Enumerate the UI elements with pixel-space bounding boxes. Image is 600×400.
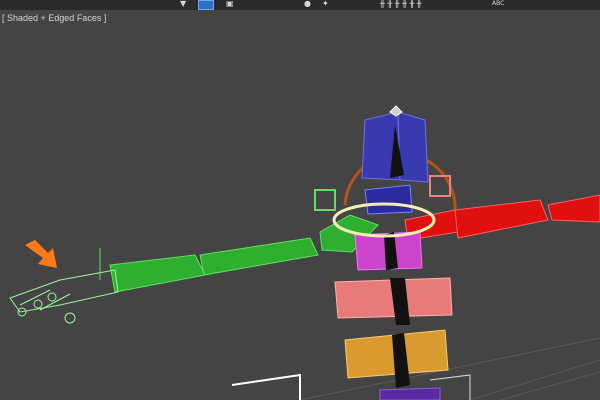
move-icon[interactable]: ▣ [226, 0, 234, 8]
main-toolbar: ▼ ▣ ● ✦ ╫ ╫ ╫ ╫ ╫ ╫ ABC [0, 0, 600, 10]
rotate-icon[interactable]: ● [304, 0, 311, 8]
feet-bounding-box [231, 373, 301, 400]
bone-tools-icon[interactable]: ╫ ╫ ╫ ╫ ╫ ╫ [380, 0, 422, 8]
viewport-shading-label[interactable]: [ Shaded + Edged Faces ] [2, 13, 106, 23]
annotation-arrow [25, 240, 57, 268]
selection-region-icon[interactable] [198, 0, 214, 10]
left-hand-wireframe [9, 269, 119, 324]
chest [364, 184, 413, 215]
perspective-viewport[interactable]: [ Shaded + Edged Faces ] [0, 10, 600, 400]
text-abc-icon[interactable]: ABC [492, 0, 504, 8]
link-icon[interactable]: ✦ [322, 0, 329, 8]
left-hand-helper [314, 189, 336, 211]
ground-grid [299, 337, 600, 400]
biped-scene[interactable] [0, 10, 600, 400]
foot-purple [379, 387, 441, 400]
select-object-icon[interactable]: ▼ [180, 0, 186, 8]
